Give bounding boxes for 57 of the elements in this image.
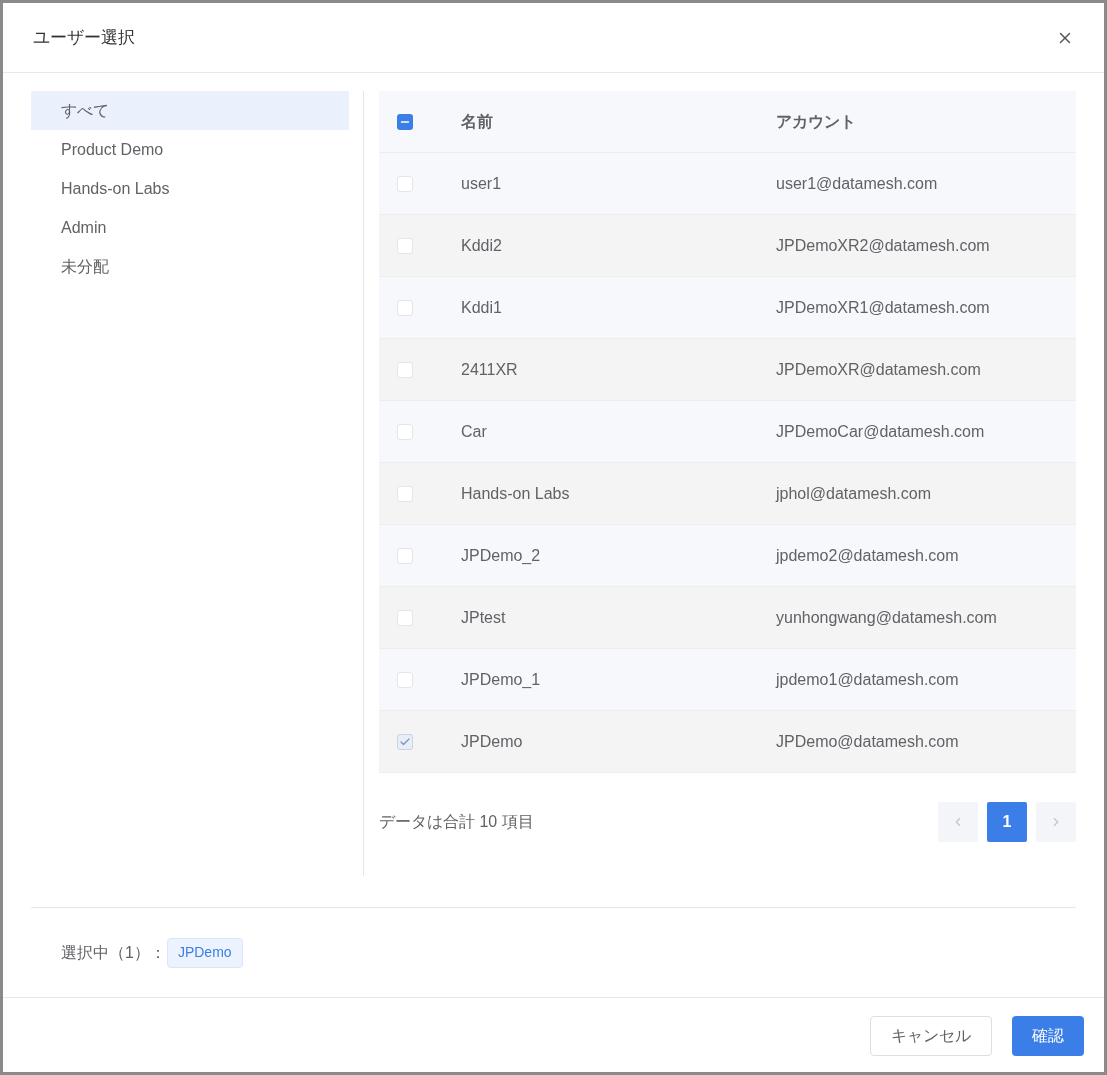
- previous-page-button[interactable]: [938, 802, 978, 842]
- group-item[interactable]: すべて: [31, 91, 349, 130]
- table-row[interactable]: JPDemo_2 jpdemo2@datamesh.com: [379, 525, 1076, 587]
- table-cell-text: yunhongwang@datamesh.com: [776, 607, 997, 628]
- table-row[interactable]: Kddi2 JPDemoXR2@datamesh.com: [379, 215, 1076, 277]
- checkbox[interactable]: [397, 175, 413, 192]
- table-cell-text: JPDemo: [461, 731, 524, 752]
- checkbox[interactable]: [397, 609, 413, 626]
- checkbox[interactable]: [397, 299, 413, 316]
- table-cell-text: user1: [461, 173, 503, 194]
- selected-user-tag: JPDemo: [166, 937, 243, 968]
- table-cell-text: JPDemoXR2@datamesh.com: [776, 235, 990, 256]
- dialog-title: ユーザー選択: [33, 26, 135, 49]
- table-cell-text: JPDemo_2: [461, 545, 542, 566]
- table-cell-text: JPDemoXR@datamesh.com: [776, 359, 981, 380]
- checkbox[interactable]: [397, 733, 413, 750]
- table-cell-text: Kddi2: [461, 235, 503, 256]
- cancel-button[interactable]: キャンセル: [870, 1016, 992, 1056]
- table-cell-text: JPtest: [461, 607, 507, 628]
- table-cell-text: Car: [461, 421, 488, 442]
- group-item[interactable]: 未分配: [31, 247, 349, 286]
- table-row[interactable]: JPtest yunhongwang@datamesh.com: [379, 587, 1076, 649]
- table-row[interactable]: 2411XR JPDemoXR@datamesh.com: [379, 339, 1076, 401]
- table-cell-text: JPDemo@datamesh.com: [776, 731, 959, 752]
- table-cell-text: JPDemoXR1@datamesh.com: [776, 297, 990, 318]
- confirm-button[interactable]: 確認: [1012, 1016, 1084, 1056]
- table-cell-text: jpdemo1@datamesh.com: [776, 669, 959, 690]
- group-item[interactable]: Product Demo: [31, 130, 349, 169]
- table-row[interactable]: JPDemo_1 jpdemo1@datamesh.com: [379, 649, 1076, 711]
- table-cell-text: JPDemo_1: [461, 669, 542, 690]
- table-row[interactable]: JPDemo JPDemo@datamesh.com: [379, 711, 1076, 773]
- checkbox[interactable]: [397, 671, 413, 688]
- table-cell-text: 2411XR: [461, 359, 519, 380]
- table-cell-text: user1@datamesh.com: [776, 173, 938, 194]
- next-page-button[interactable]: [1036, 802, 1076, 842]
- table-cell-text: JPDemoCar@datamesh.com: [776, 421, 985, 442]
- table-row[interactable]: Hands-on Labs jphol@datamesh.com: [379, 463, 1076, 525]
- checkbox[interactable]: [397, 547, 413, 564]
- column-header: アカウント: [776, 111, 856, 132]
- table-row[interactable]: user1 user1@datamesh.com: [379, 153, 1076, 215]
- selection-label: 選択中（1）：: [61, 942, 166, 963]
- column-header: 名前: [461, 111, 494, 132]
- checkbox[interactable]: [397, 361, 413, 378]
- checkbox[interactable]: [397, 423, 413, 440]
- group-item[interactable]: Hands-on Labs: [31, 169, 349, 208]
- table-row[interactable]: Kddi1 JPDemoXR1@datamesh.com: [379, 277, 1076, 339]
- group-item[interactable]: Admin: [31, 208, 349, 247]
- page-button[interactable]: 1: [987, 802, 1027, 842]
- table-cell-text: Hands-on Labs: [461, 483, 571, 504]
- table-cell-text: Kddi1: [461, 297, 503, 318]
- table-cell-text: jpdemo2@datamesh.com: [776, 545, 959, 566]
- checkbox[interactable]: [397, 113, 413, 130]
- total-count: データは合計 10 項目: [379, 812, 534, 832]
- checkbox[interactable]: [397, 237, 413, 254]
- table-row[interactable]: Car JPDemoCar@datamesh.com: [379, 401, 1076, 463]
- table-cell-text: jphol@datamesh.com: [776, 483, 931, 504]
- checkbox[interactable]: [397, 485, 413, 502]
